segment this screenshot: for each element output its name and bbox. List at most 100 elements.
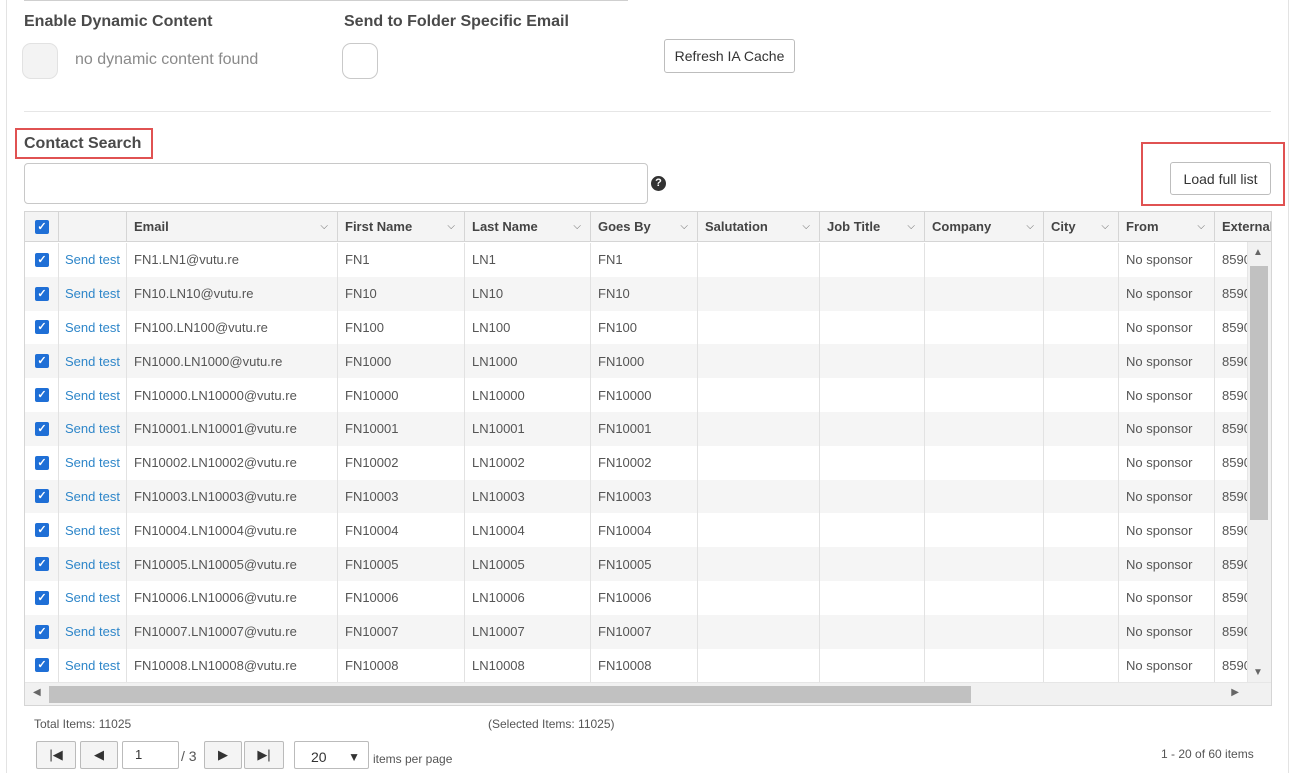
chevron-down-icon[interactable]: ⌵ [320,212,328,242]
vertical-scroll-thumb[interactable] [1250,266,1268,520]
row-select-cell: ✓ [25,378,59,412]
horizontal-scroll-thumb[interactable] [49,686,971,703]
contact-search-title: Contact Search [24,135,142,152]
table-row[interactable]: ✓ Send test FN10004.LN10004@vutu.re FN10004… [25,513,1271,548]
horizontal-scrollbar[interactable]: ◀ ▶ [25,682,1271,705]
cell-first: FN10 [338,276,465,311]
contact-search-input[interactable] [24,163,648,204]
vertical-scrollbar[interactable]: ▲ ▼ [1247,242,1271,683]
table-row[interactable]: ✓ Send test FN10000.LN10000@vutu.re FN10000… [25,378,1271,412]
select-all-checkbox[interactable]: ✓ [35,220,49,234]
cell-salutation [698,479,820,514]
send-test-link[interactable]: Send test [59,513,127,548]
folder-email-toggle[interactable] [342,43,378,79]
cell-from: No sponsor [1119,614,1215,649]
cell-email: FN10007.LN10007@vutu.re [127,614,338,649]
header-salutation[interactable]: Salutation ⌵ [698,212,820,242]
row-checkbox[interactable]: ✓ [35,624,49,639]
next-page-button[interactable]: ▶ [204,741,242,769]
refresh-ia-cache-button[interactable]: Refresh IA Cache [664,39,795,73]
cell-company [925,614,1044,649]
send-test-link[interactable]: Send test [59,344,127,379]
cell-goes-by: FN10000 [591,378,698,412]
table-row[interactable]: ✓ Send test FN1000.LN1000@vutu.re FN1000 LN1… [25,344,1271,379]
send-test-link[interactable]: Send test [59,580,127,615]
header-city[interactable]: City ⌵ [1044,212,1119,242]
row-select-cell: ✓ [25,310,59,345]
row-checkbox[interactable]: ✓ [35,286,49,301]
chevron-down-icon[interactable]: ⌵ [907,212,915,242]
chevron-down-icon[interactable]: ⌵ [447,212,455,242]
header-first-name[interactable]: First Name ⌵ [338,212,465,242]
header-goes-by[interactable]: Goes By ⌵ [591,212,698,242]
send-test-link[interactable]: Send test [59,243,127,277]
send-test-link[interactable]: Send test [59,547,127,581]
chevron-down-icon[interactable]: ⌵ [1197,212,1205,242]
table-row[interactable]: ✓ Send test FN10006.LN10006@vutu.re FN10006… [25,580,1271,615]
table-row[interactable]: ✓ Send test FN10002.LN10002@vutu.re FN10002… [25,445,1271,480]
chevron-down-icon[interactable]: ⌵ [1101,212,1109,242]
send-test-link[interactable]: Send test [59,310,127,345]
cell-job-title [820,243,925,277]
table-row[interactable]: ✓ Send test FN10003.LN10003@vutu.re FN10003… [25,479,1271,514]
cell-first: FN10007 [338,614,465,649]
header-label: Goes By [598,219,651,234]
send-test-link[interactable]: Send test [59,445,127,480]
row-checkbox[interactable]: ✓ [35,388,49,403]
row-checkbox[interactable]: ✓ [35,523,49,538]
header-label: Email [134,219,169,234]
scroll-down-icon[interactable]: ▼ [1253,667,1263,678]
table-row[interactable]: ✓ Send test FN10001.LN10001@vutu.re FN10001… [25,411,1271,446]
chevron-down-icon[interactable]: ⌵ [1026,212,1034,242]
row-checkbox[interactable]: ✓ [35,658,49,673]
load-full-list-button[interactable]: Load full list [1170,162,1271,195]
row-checkbox[interactable]: ✓ [35,590,49,605]
send-test-link[interactable]: Send test [59,411,127,446]
previous-page-button[interactable]: ◀ [80,741,118,769]
dynamic-content-status: no dynamic content found [75,51,259,68]
cell-company [925,276,1044,311]
send-test-link[interactable]: Send test [59,479,127,514]
row-checkbox[interactable]: ✓ [35,557,49,572]
table-row[interactable]: ✓ Send test FN1.LN1@vutu.re FN1 LN1 FN1 No spo… [25,243,1271,277]
table-row[interactable]: ✓ Send test FN10005.LN10005@vutu.re FN10005… [25,547,1271,581]
row-checkbox[interactable]: ✓ [35,421,49,436]
row-checkbox[interactable]: ✓ [35,252,49,267]
chevron-down-icon[interactable]: ⌵ [573,212,581,242]
header-email[interactable]: Email ⌵ [127,212,338,242]
table-row[interactable]: ✓ Send test FN10008.LN10008@vutu.re FN10008… [25,648,1271,683]
send-test-link[interactable]: Send test [59,378,127,412]
scroll-up-icon[interactable]: ▲ [1253,247,1263,258]
dynamic-content-toggle[interactable] [22,43,58,79]
send-test-link[interactable]: Send test [59,614,127,649]
header-from[interactable]: From ⌵ [1119,212,1215,242]
chevron-down-icon[interactable]: ⌵ [680,212,688,242]
send-test-link[interactable]: Send test [59,648,127,683]
scroll-right-icon[interactable]: ▶ [1231,687,1239,698]
row-checkbox[interactable]: ✓ [35,455,49,470]
row-select-cell: ✓ [25,411,59,446]
last-page-button[interactable]: ▶| [244,741,284,769]
scroll-left-icon[interactable]: ◀ [33,687,41,698]
cell-goes-by: FN10 [591,276,698,311]
cell-company [925,344,1044,379]
help-icon[interactable]: ? [651,176,666,191]
row-checkbox[interactable]: ✓ [35,354,49,369]
header-job-title[interactable]: Job Title ⌵ [820,212,925,242]
table-row[interactable]: ✓ Send test FN100.LN100@vutu.re FN100 LN100 F… [25,310,1271,345]
page-size-select[interactable]: 20 ▼ [294,741,369,769]
page-number-input[interactable]: 1 [122,741,179,769]
table-row[interactable]: ✓ Send test FN10007.LN10007@vutu.re FN10007… [25,614,1271,649]
select-all-header: ✓ [25,212,59,242]
cell-first: FN10004 [338,513,465,548]
row-checkbox[interactable]: ✓ [35,489,49,504]
header-company[interactable]: Company ⌵ [925,212,1044,242]
row-checkbox[interactable]: ✓ [35,320,49,335]
header-last-name[interactable]: Last Name ⌵ [465,212,591,242]
header-external[interactable]: External [1215,212,1271,242]
chevron-down-icon[interactable]: ⌵ [802,212,810,242]
table-row[interactable]: ✓ Send test FN10.LN10@vutu.re FN10 LN10 FN10 N… [25,276,1271,311]
send-test-link[interactable]: Send test [59,276,127,311]
first-page-button[interactable]: |◀ [36,741,76,769]
cell-email: FN10003.LN10003@vutu.re [127,479,338,514]
